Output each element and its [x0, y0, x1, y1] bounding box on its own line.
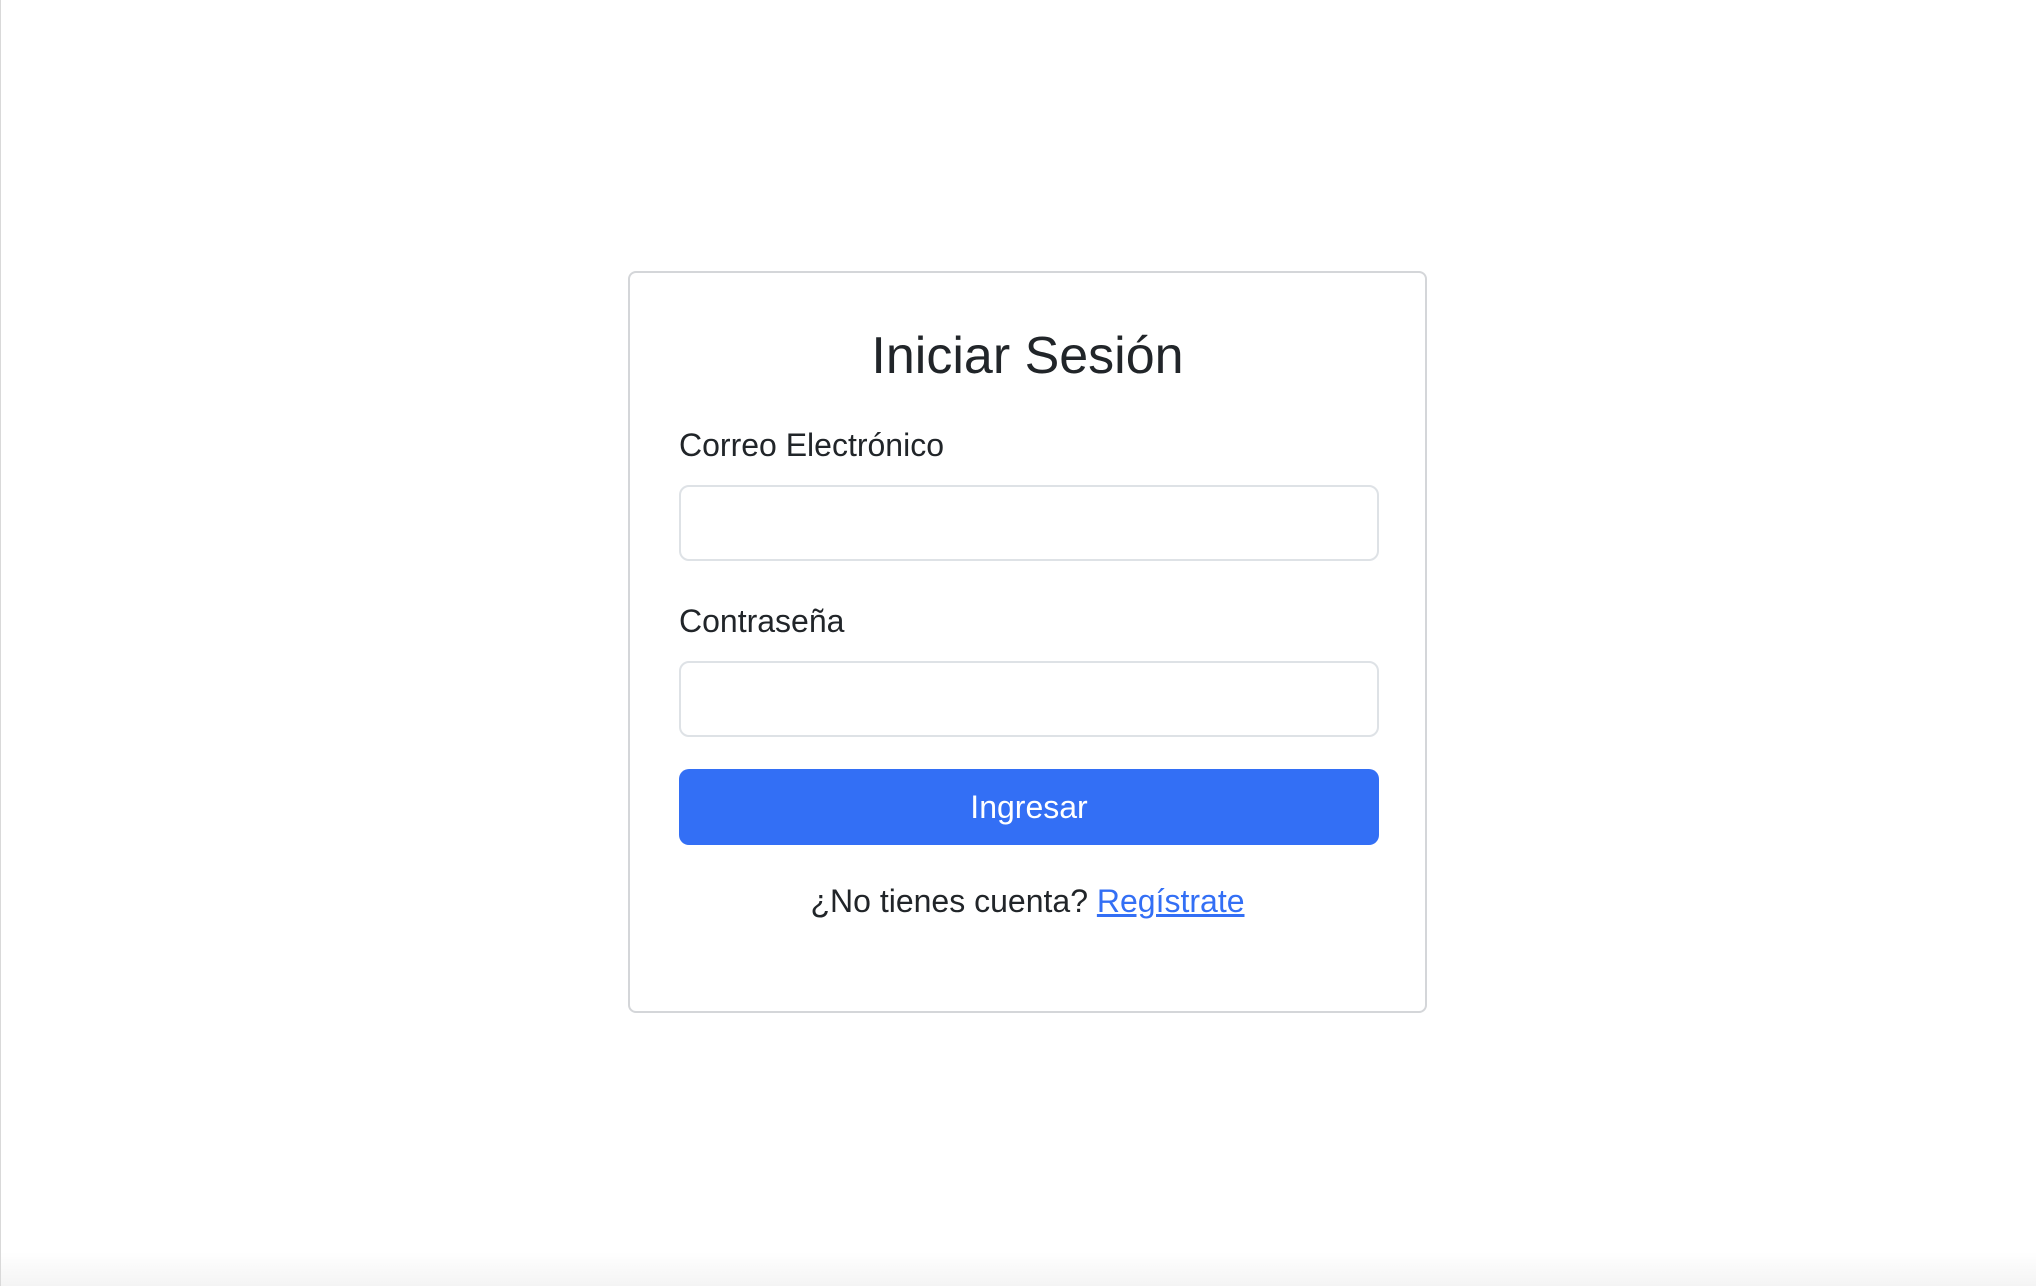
- page-title: Iniciar Sesión: [871, 327, 1184, 385]
- email-label: Correo Electrónico: [679, 427, 944, 463]
- register-prompt-text: ¿No tienes cuenta?: [810, 883, 1088, 919]
- register-prompt: ¿No tienes cuenta? Regístrate: [679, 881, 1376, 921]
- bottom-shade: [1, 1252, 2036, 1286]
- login-button[interactable]: Ingresar: [679, 769, 1379, 845]
- password-field[interactable]: [679, 661, 1379, 737]
- password-label: Contraseña: [679, 603, 845, 639]
- login-card: Iniciar Sesión Correo Electrónico Contra…: [628, 271, 1427, 1013]
- email-field[interactable]: [679, 485, 1379, 561]
- page: Iniciar Sesión Correo Electrónico Contra…: [0, 0, 2036, 1286]
- register-link[interactable]: Regístrate: [1097, 883, 1245, 919]
